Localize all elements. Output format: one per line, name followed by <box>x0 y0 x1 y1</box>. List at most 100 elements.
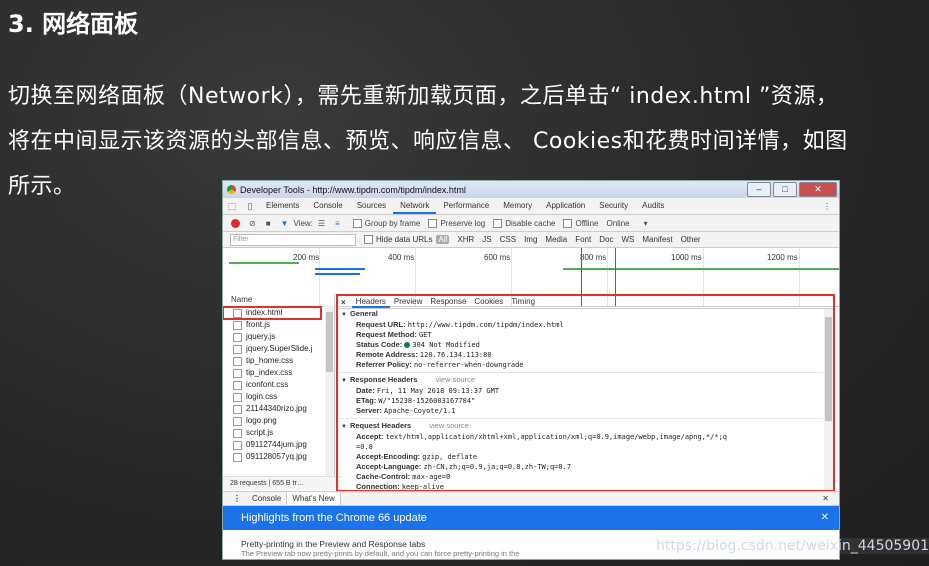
request-name: index.html <box>246 308 283 317</box>
chevron-down-icon[interactable]: ▾ <box>644 219 648 228</box>
clear-icon[interactable]: ⊘ <box>249 219 256 228</box>
filter-type-font[interactable]: Font <box>575 235 591 244</box>
request-name: tip_home.css <box>246 356 294 365</box>
tab-application[interactable]: Application <box>539 198 592 214</box>
request-row-index-html[interactable]: index.html <box>223 306 322 320</box>
section-title: Response Headers <box>349 375 418 384</box>
request-row[interactable]: 091128057yq.jpg <box>223 451 321 463</box>
tab-elements[interactable]: Elements <box>259 198 306 214</box>
close-detail-icon[interactable]: × <box>341 298 346 307</box>
filter-input[interactable]: Filter <box>230 233 356 246</box>
header-key: Status Code: <box>356 340 403 349</box>
filter-type-all[interactable]: All <box>436 235 450 244</box>
expand-triangle-icon: ▼ <box>341 424 347 430</box>
request-row[interactable]: iconfont.css <box>223 379 321 391</box>
view-source-link[interactable]: view source <box>429 421 469 430</box>
close-banner-icon[interactable]: ✕ <box>821 506 829 530</box>
list-view-icon[interactable]: ☰ <box>318 219 325 228</box>
more-menu-icon[interactable]: ⋮ <box>823 202 831 211</box>
window-titlebar[interactable]: Developer Tools - http://www.tipdm.com/t… <box>223 181 839 198</box>
scrollbar-thumb[interactable] <box>825 317 832 421</box>
request-row[interactable]: 09112744jum.jpg <box>223 439 321 451</box>
tab-audits[interactable]: Audits <box>635 198 671 214</box>
window-title: Developer Tools - http://www.tipdm.com/t… <box>240 184 466 195</box>
response-headers-section-header[interactable]: ▼ Response Headers view source <box>338 375 823 386</box>
tab-whats-new[interactable]: What's New <box>286 492 341 505</box>
waterfall-view-icon[interactable]: ≡ <box>335 219 340 228</box>
filter-type-img[interactable]: Img <box>524 235 537 244</box>
request-row[interactable]: tip_home.css <box>223 355 321 367</box>
waterfall-bar <box>229 262 299 264</box>
request-list-scrollbar[interactable] <box>325 306 334 476</box>
filter-type-manifest[interactable]: Manifest <box>642 235 672 244</box>
hide-data-urls-checkbox[interactable] <box>364 235 373 244</box>
expand-triangle-icon: ▼ <box>341 378 347 384</box>
timeline-label: 400 ms <box>388 253 415 262</box>
general-section-header[interactable]: ▼ General <box>338 309 823 320</box>
filter-type-doc[interactable]: Doc <box>599 235 613 244</box>
tab-network[interactable]: Network <box>393 198 437 214</box>
tab-console[interactable]: Console <box>306 198 349 214</box>
request-row[interactable]: jquery.SuperSlide.j <box>223 343 321 355</box>
offline-checkbox[interactable] <box>563 218 573 228</box>
tab-security[interactable]: Security <box>592 198 635 214</box>
request-row[interactable]: front.js <box>223 319 321 331</box>
view-source-link[interactable]: view source <box>435 375 475 384</box>
request-row[interactable]: 21144340rizo.jpg <box>223 403 321 415</box>
inspect-element-icon[interactable]: ⬚ <box>226 201 238 211</box>
tab-console-drawer[interactable]: Console <box>247 492 286 505</box>
file-icon <box>233 320 242 330</box>
filter-type-xhr[interactable]: XHR <box>457 235 474 244</box>
file-icon <box>233 404 242 414</box>
tab-preview[interactable]: Preview <box>390 296 426 308</box>
scrollbar-thumb[interactable] <box>326 312 333 372</box>
request-row[interactable]: login.css <box>223 391 321 403</box>
filter-type-ws[interactable]: WS <box>621 235 634 244</box>
header-key: ETag: <box>356 396 377 405</box>
group-by-frame-checkbox[interactable] <box>352 218 362 228</box>
name-column-header[interactable]: Name <box>223 294 334 307</box>
tab-sources[interactable]: Sources <box>350 198 393 214</box>
request-name: 09112744jum.jpg <box>246 440 307 449</box>
request-row[interactable]: jquery.js <box>223 331 321 343</box>
header-key: Remote Address: <box>356 350 418 359</box>
tab-performance[interactable]: Performance <box>436 198 496 214</box>
view-label: View: <box>293 218 313 228</box>
disable-cache-label: Disable cache <box>505 218 556 228</box>
disable-cache-checkbox[interactable] <box>493 218 503 228</box>
throttle-select[interactable]: Online <box>606 219 629 228</box>
paragraph-line: 将在中间显示该资源的头部信息、预览、响应信息、 Cookies和花费时间详情，如… <box>8 129 848 154</box>
request-headers-section-header[interactable]: ▼ Request Headers view source <box>338 421 823 432</box>
screenshot-icon[interactable]: ■ <box>266 219 271 228</box>
tab-response[interactable]: Response <box>426 296 470 308</box>
filter-icon[interactable]: ▼ <box>281 219 289 228</box>
header-key: Connection: <box>356 482 400 490</box>
close-drawer-icon[interactable]: ✕ <box>822 494 829 503</box>
filter-type-css[interactable]: CSS <box>500 235 516 244</box>
offline-label: Offline <box>575 218 599 228</box>
request-row[interactable]: script.js <box>223 427 321 439</box>
device-toolbar-icon[interactable]: ▯ <box>244 201 256 211</box>
detail-scrollbar[interactable] <box>824 309 833 490</box>
record-icon[interactable] <box>231 218 240 228</box>
header-value: 304 Not Modified <box>412 341 480 349</box>
network-split-view: Name index.html front.js jquery.js jquer… <box>223 294 839 492</box>
drawer-menu-icon[interactable]: ⋮ <box>233 494 241 503</box>
file-icon <box>233 356 242 366</box>
preserve-log-checkbox[interactable] <box>428 218 438 228</box>
filter-type-other[interactable]: Other <box>681 235 701 244</box>
tab-cookies[interactable]: Cookies <box>470 296 507 308</box>
close-window-button[interactable]: ✕ <box>799 182 837 197</box>
minimize-button[interactable]: – <box>747 182 771 197</box>
request-row[interactable]: logo.png <box>223 415 321 427</box>
tab-memory[interactable]: Memory <box>496 198 539 214</box>
tab-headers[interactable]: Headers <box>351 296 390 308</box>
maximize-button[interactable]: □ <box>773 182 797 197</box>
filter-type-media[interactable]: Media <box>545 235 567 244</box>
tab-timing[interactable]: Timing <box>507 296 539 308</box>
filter-type-js[interactable]: JS <box>482 235 491 244</box>
window-controls: – □ ✕ <box>747 182 839 197</box>
waterfall-bar <box>563 268 839 270</box>
request-name: 091128057yq.jpg <box>246 452 307 461</box>
request-row[interactable]: tip_index.css <box>223 367 321 379</box>
